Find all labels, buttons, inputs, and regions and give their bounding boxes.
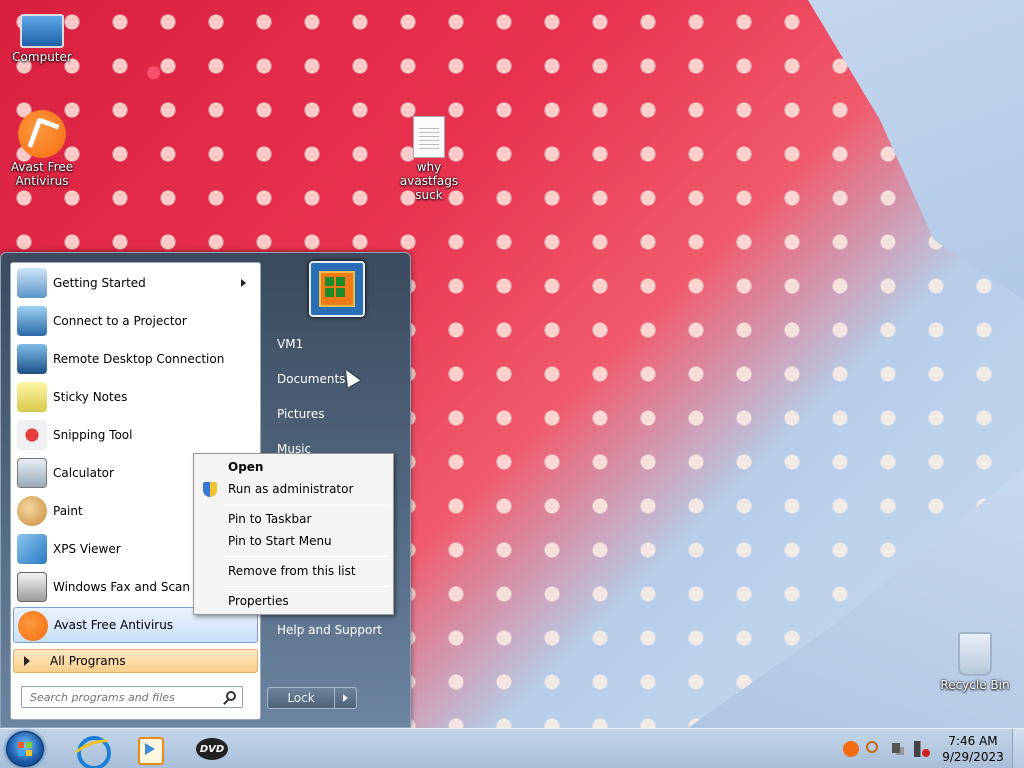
- show-desktop-button[interactable]: [1012, 729, 1024, 768]
- context-item-pin-taskbar[interactable]: Pin to Taskbar: [196, 508, 391, 530]
- context-menu-separator: [224, 504, 389, 505]
- clock-date: 9/29/2023: [942, 750, 1004, 764]
- context-item-properties[interactable]: Properties: [196, 590, 391, 612]
- fax-icon: [17, 572, 47, 602]
- program-label: Snipping Tool: [53, 428, 133, 442]
- user-picture[interactable]: [309, 261, 365, 317]
- program-label: Remote Desktop Connection: [53, 352, 225, 366]
- program-label: Windows Fax and Scan: [53, 580, 191, 594]
- desktop-icon-recycle-bin[interactable]: Recycle Bin: [933, 632, 1017, 692]
- program-item-sticky-notes[interactable]: Sticky Notes: [13, 379, 258, 415]
- clock-time: 7:46 AM: [948, 734, 998, 748]
- computer-icon: [20, 14, 64, 48]
- program-item-connect-projector[interactable]: Connect to a Projector: [13, 303, 258, 339]
- sticky-notes-icon: [17, 382, 47, 412]
- submenu-arrow-icon: [241, 279, 246, 287]
- search-tray-icon[interactable]: [866, 741, 878, 753]
- program-label: XPS Viewer: [53, 542, 121, 556]
- dvd-maker-icon[interactable]: DVD: [192, 732, 232, 766]
- search-box[interactable]: [21, 686, 243, 708]
- context-menu-separator: [224, 586, 389, 587]
- desktop-icon-text-file[interactable]: why avastfags suck: [387, 116, 471, 202]
- recycle-bin-icon: [958, 632, 992, 676]
- desktop-icon-label: Computer: [12, 50, 72, 64]
- paint-icon: [17, 496, 47, 526]
- arrow-right-icon: [24, 656, 30, 666]
- program-item-snipping-tool[interactable]: Snipping Tool: [13, 417, 258, 453]
- search-input[interactable]: [22, 687, 242, 707]
- text-document-icon: [413, 116, 445, 158]
- program-label: Getting Started: [53, 276, 146, 290]
- right-item-documents[interactable]: Documents: [269, 364, 405, 394]
- desktop-icon-label: why avastfags suck: [399, 160, 459, 202]
- remote-desktop-icon: [17, 344, 47, 374]
- volume-muted-icon[interactable]: [914, 741, 930, 757]
- context-item-pin-start[interactable]: Pin to Start Menu: [196, 530, 391, 552]
- all-programs-label: All Programs: [50, 654, 126, 668]
- right-item-user[interactable]: VM1: [269, 329, 405, 359]
- context-item-label: Run as administrator: [228, 482, 354, 496]
- program-item-remote-desktop[interactable]: Remote Desktop Connection: [13, 341, 258, 377]
- calculator-icon: [17, 458, 47, 488]
- program-label: Paint: [53, 504, 83, 518]
- avast-icon: [18, 611, 48, 641]
- search-icon[interactable]: [226, 691, 236, 701]
- scissors-icon: [17, 420, 47, 450]
- avast-icon: [18, 110, 66, 158]
- program-item-getting-started[interactable]: Getting Started: [13, 265, 258, 301]
- desktop-icon-label: Recycle Bin: [940, 678, 1010, 692]
- uac-shield-icon: [203, 482, 217, 497]
- desktop-icon-computer[interactable]: Computer: [0, 8, 84, 64]
- projector-icon: [17, 306, 47, 336]
- clock[interactable]: 7:46 AM 9/29/2023: [940, 733, 1006, 765]
- program-label: Sticky Notes: [53, 390, 128, 404]
- context-item-run-as-admin[interactable]: Run as administrator: [196, 478, 391, 500]
- desktop-icon-label: Avast Free Antivirus: [10, 160, 74, 188]
- desktop-icon-avast[interactable]: Avast Free Antivirus: [0, 110, 84, 188]
- program-label: Avast Free Antivirus: [54, 618, 174, 632]
- program-label: Calculator: [53, 466, 114, 480]
- lock-button[interactable]: Lock: [267, 687, 335, 709]
- xps-viewer-icon: [17, 534, 47, 564]
- media-player-icon[interactable]: [130, 732, 170, 766]
- start-button[interactable]: [6, 731, 44, 767]
- context-item-remove[interactable]: Remove from this list: [196, 560, 391, 582]
- right-item-help-support[interactable]: Help and Support: [269, 615, 405, 645]
- getting-started-icon: [17, 268, 47, 298]
- shutdown-options-arrow[interactable]: [335, 687, 357, 709]
- context-menu: Open Run as administrator Pin to Taskbar…: [193, 453, 394, 615]
- taskbar: DVD 7:46 AM 9/29/2023: [0, 728, 1024, 768]
- context-menu-separator: [224, 556, 389, 557]
- context-item-open[interactable]: Open: [196, 456, 391, 478]
- network-icon[interactable]: [890, 741, 906, 757]
- dvd-label: DVD: [196, 738, 228, 760]
- program-label: Connect to a Projector: [53, 314, 187, 328]
- all-programs-button[interactable]: All Programs: [13, 649, 258, 673]
- internet-explorer-icon[interactable]: [70, 732, 111, 768]
- avast-tray-icon[interactable]: [843, 741, 859, 757]
- right-item-pictures[interactable]: Pictures: [269, 399, 405, 429]
